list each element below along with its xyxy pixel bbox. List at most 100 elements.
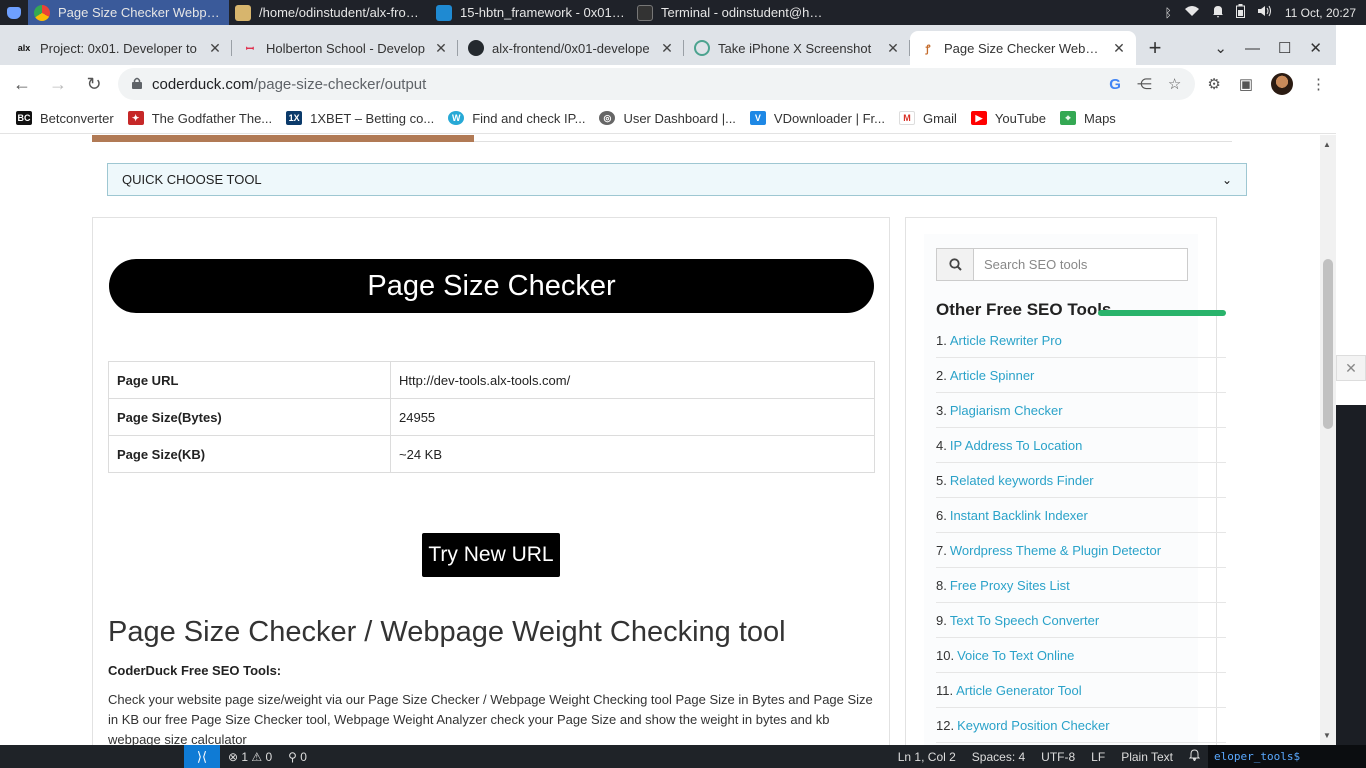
scroll-down-icon[interactable]: ▼ [1323, 731, 1331, 740]
list-item: 7. Wordpress Theme & Plugin Detector [936, 533, 1226, 568]
minimize-icon[interactable]: — [1245, 40, 1260, 57]
list-item: 4. IP Address To Location [936, 428, 1226, 463]
address-bar[interactable]: coderduck.com/page-size-checker/output G… [118, 68, 1196, 100]
list-item: 11. Article Generator Tool [936, 673, 1226, 708]
browser-tab[interactable]: ꟷ Holberton School - Develop ✕ [232, 31, 458, 65]
tool-link[interactable]: Article Spinner [950, 368, 1035, 383]
vdownloader-icon: V [749, 111, 766, 125]
close-icon[interactable]: ✕ [1336, 355, 1366, 381]
tool-link[interactable]: Text To Speech Converter [950, 613, 1099, 628]
taskbar-window-title: Terminal - odinstudent@hen... [661, 5, 826, 20]
tab-search-icon[interactable]: ⌄ [1214, 39, 1227, 57]
battery-icon[interactable] [1235, 4, 1245, 21]
bookmark-item[interactable]: W Find and check IP... [448, 111, 585, 126]
app-menu-icon[interactable] [0, 0, 28, 25]
extensions-icon[interactable]: ⚙ [1207, 75, 1220, 93]
taskbar-window-files[interactable]: /home/odinstudent/alx-front... [229, 0, 430, 25]
browser-tab[interactable]: alx-frontend/0x01-develope ✕ [458, 31, 684, 65]
notifications-bell-icon[interactable] [1181, 749, 1208, 764]
google-lens-icon[interactable]: G [1109, 76, 1121, 93]
list-number: 5. [936, 472, 947, 488]
list-number: 11. [936, 682, 954, 698]
close-tab-icon[interactable]: ✕ [660, 40, 674, 57]
bookmark-item[interactable]: V VDownloader | Fr... [749, 111, 885, 126]
tool-link[interactable]: Instant Backlink Indexer [950, 508, 1088, 523]
try-new-url-button[interactable]: Try New URL [422, 533, 560, 577]
scroll-up-icon[interactable]: ▲ [1323, 140, 1331, 149]
tool-link[interactable]: Article Rewriter Pro [950, 333, 1062, 348]
side-panel-icon[interactable]: ▣ [1239, 75, 1253, 93]
tab-title: Holberton School - Develop [266, 40, 425, 56]
sidebar: Other Free SEO Tools 1.Article Rewriter … [905, 217, 1226, 745]
bookmark-item[interactable]: ✦ The Godfather The... [127, 110, 273, 126]
share-icon[interactable]: ⋲ [1137, 75, 1152, 93]
close-tab-icon[interactable]: ✕ [1112, 40, 1126, 57]
quick-choose-tool-select[interactable]: QUICK CHOOSE TOOL ⌄ [107, 163, 1247, 196]
taskbar-window-title: 15-hbtn_framework - 0x01-d... [460, 5, 625, 20]
problems-count[interactable]: ⊗ 1 ⚠ 0 [220, 750, 280, 764]
bookmark-item[interactable]: BC Betconverter [16, 111, 114, 126]
wifi-icon[interactable] [1184, 5, 1200, 20]
vscode-icon [436, 4, 452, 21]
bookmark-label: Gmail [922, 110, 957, 126]
ports-count[interactable]: ⚲ 0 [280, 750, 315, 764]
bookmark-item[interactable]: ⌖ Maps [1060, 111, 1116, 126]
terminal-icon [637, 4, 653, 21]
new-tab-button[interactable]: + [1140, 31, 1170, 65]
line-ending[interactable]: LF [1083, 750, 1113, 764]
folder-icon [235, 4, 251, 21]
menu-kebab-icon[interactable]: ⋮ [1311, 75, 1326, 93]
taskbar-window-chrome[interactable]: Page Size Checker Webpag... [28, 0, 229, 25]
bookmark-star-icon[interactable]: ☆ [1168, 75, 1181, 93]
url-path: /page-size-checker/output [253, 75, 427, 93]
bookmark-item[interactable]: ▶ YouTube [970, 111, 1046, 126]
remote-icon[interactable]: ⟩⟨ [184, 745, 220, 768]
results-table: Page URL Http://dev-tools.alx-tools.com/… [108, 361, 875, 473]
article-paragraph: Check your website page size/weight via … [108, 692, 873, 745]
taskbar-window-terminal[interactable]: Terminal - odinstudent@hen... [631, 0, 832, 25]
browser-tab-active[interactable]: ꝭ Page Size Checker Webpag ✕ [910, 31, 1136, 65]
cursor-position[interactable]: Ln 1, Col 2 [890, 750, 964, 764]
taskbar-window-vscode[interactable]: 15-hbtn_framework - 0x01-d... [430, 0, 631, 25]
tool-link[interactable]: Article Generator Tool [956, 683, 1082, 698]
maximize-icon[interactable]: ☐ [1278, 39, 1291, 57]
tool-link[interactable]: Free Proxy Sites List [950, 578, 1070, 593]
reload-button[interactable]: ↻ [82, 72, 106, 96]
terminal-window-edge [1336, 405, 1366, 750]
select-value: QUICK CHOOSE TOOL [122, 172, 262, 187]
bookmark-label: The Godfather The... [151, 110, 273, 126]
forward-button[interactable]: → [46, 72, 70, 96]
page-scrollbar[interactable]: ▲ ▼ [1320, 135, 1336, 745]
bookmark-item[interactable]: ◎ User Dashboard |... [599, 111, 736, 126]
bookmark-item[interactable]: M Gmail [898, 110, 957, 126]
search-button[interactable] [936, 248, 974, 281]
volume-icon[interactable] [1257, 5, 1273, 20]
tool-link[interactable]: Voice To Text Online [957, 648, 1074, 663]
search-input[interactable] [974, 248, 1188, 281]
browser-tab[interactable]: alx Project: 0x01. Developer to ✕ [6, 31, 232, 65]
bluetooth-icon[interactable]: ᛒ [1165, 6, 1172, 20]
lock-icon[interactable] [132, 76, 142, 93]
notifications-icon[interactable] [1212, 5, 1224, 21]
profile-avatar[interactable] [1271, 73, 1293, 95]
clock[interactable]: 11 Oct, 20:27 [1285, 6, 1356, 20]
browser-tab[interactable]: Take iPhone X Screenshot ✕ [684, 31, 910, 65]
article-heading: Page Size Checker / Webpage Weight Check… [108, 616, 786, 648]
close-tab-icon[interactable]: ✕ [434, 40, 448, 57]
tool-link[interactable]: Related keywords Finder [950, 473, 1094, 488]
bookmark-item[interactable]: 1X 1XBET – Betting co... [286, 111, 434, 126]
chrome-icon [34, 4, 50, 21]
back-button[interactable]: ← [10, 72, 34, 96]
tool-link[interactable]: Plagiarism Checker [950, 403, 1063, 418]
language-mode[interactable]: Plain Text [1113, 750, 1181, 764]
tool-link[interactable]: Wordpress Theme & Plugin Detector [950, 543, 1161, 558]
scrollbar-thumb[interactable] [1323, 259, 1333, 429]
close-window-icon[interactable]: ✕ [1309, 39, 1322, 57]
indentation[interactable]: Spaces: 4 [964, 750, 1033, 764]
list-number: 7. [936, 542, 947, 558]
tool-link[interactable]: IP Address To Location [950, 438, 1083, 453]
tool-link[interactable]: Keyword Position Checker [957, 718, 1109, 733]
close-tab-icon[interactable]: ✕ [208, 40, 222, 57]
encoding[interactable]: UTF-8 [1033, 750, 1083, 764]
close-tab-icon[interactable]: ✕ [886, 40, 900, 57]
